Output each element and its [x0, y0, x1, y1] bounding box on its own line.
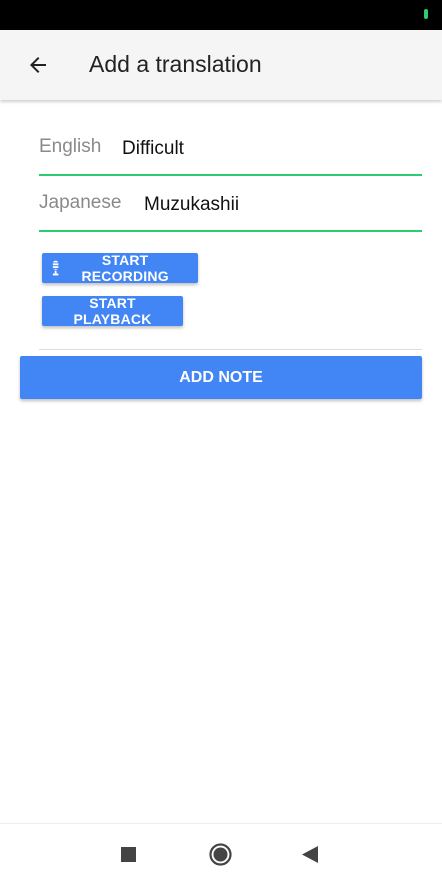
add-note-button[interactable]: ADD NOTE	[20, 356, 422, 399]
add-note-label: ADD NOTE	[179, 368, 263, 386]
triangle-back-icon	[302, 846, 318, 863]
japanese-field[interactable]: Japanese	[39, 190, 422, 232]
japanese-label: Japanese	[39, 192, 122, 213]
home-button[interactable]	[209, 843, 232, 871]
english-input[interactable]	[122, 134, 372, 164]
arrow-left-icon	[30, 57, 46, 73]
start-recording-button[interactable]: START RECORDING	[42, 252, 198, 284]
japanese-input[interactable]	[144, 190, 394, 220]
divider	[39, 349, 422, 350]
status-bar	[0, 0, 442, 30]
system-nav-bar	[0, 823, 442, 883]
circle-icon	[209, 843, 232, 866]
page-title: Add a translation	[89, 51, 262, 77]
start-playback-label: START PLAYBACK	[73, 295, 152, 327]
square-icon	[121, 847, 136, 862]
recents-button[interactable]	[121, 847, 136, 867]
app-bar: Add a translation	[0, 30, 442, 100]
microphone-icon	[51, 260, 60, 276]
start-recording-label: START RECORDING	[81, 252, 169, 284]
system-back-button[interactable]	[302, 846, 318, 868]
start-playback-button[interactable]: START PLAYBACK	[42, 295, 183, 327]
english-field[interactable]: English	[39, 134, 422, 176]
status-indicator-icon	[424, 9, 428, 19]
english-label: English	[39, 136, 102, 157]
back-button[interactable]	[18, 45, 58, 85]
